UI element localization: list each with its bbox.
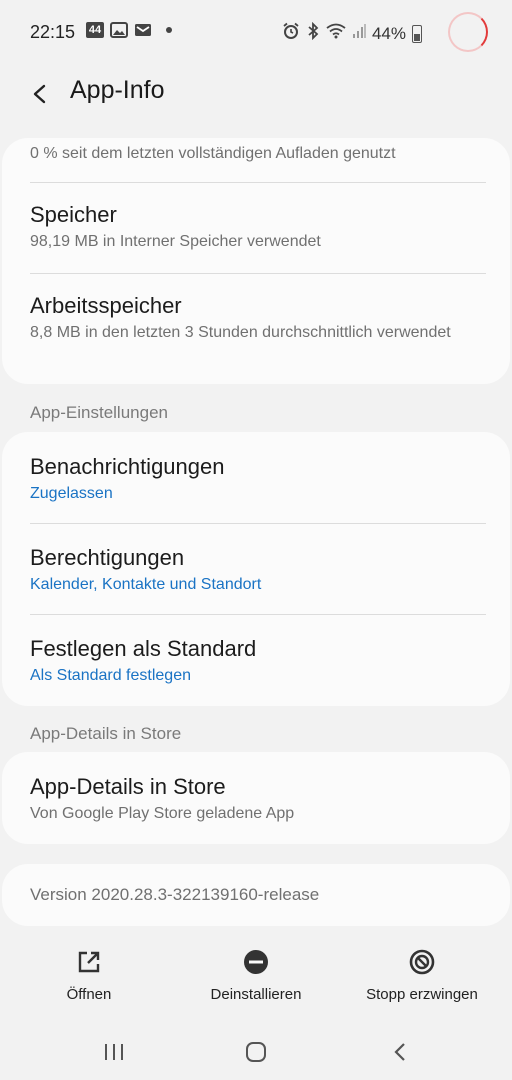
permissions-title: Berechtigungen [30, 545, 185, 570]
navigation-bar [0, 1024, 512, 1080]
force-stop-button[interactable]: Stopp erzwingen [356, 948, 488, 1003]
recent-apps-button[interactable] [100, 1038, 128, 1066]
store-details-subtitle: Von Google Play Store geladene App [30, 805, 295, 822]
notification-badge-icon: 44 [86, 22, 104, 38]
divider [30, 182, 486, 183]
battery-usage-text: 0 % seit dem letzten vollständigen Aufla… [30, 145, 396, 162]
home-button[interactable] [242, 1038, 270, 1066]
memory-item[interactable]: Arbeitsspeicher 8,8 MB in den letzten 3 … [30, 293, 486, 343]
alarm-icon [282, 22, 300, 45]
page-title: App-Info [70, 76, 165, 104]
usage-card: 0 % seit dem letzten vollständigen Aufla… [2, 138, 510, 384]
permissions-item[interactable]: Berechtigungen Kalender, Kontakte und St… [30, 545, 486, 595]
divider [30, 273, 486, 274]
memory-subtitle: 8,8 MB in den letzten 3 Stunden durchsch… [30, 324, 451, 341]
battery-icon [412, 24, 422, 43]
battery-percentage: 44% [371, 23, 406, 43]
back-nav-icon [394, 1043, 405, 1061]
force-stop-icon [409, 949, 435, 975]
notifications-status: Zugelassen [30, 485, 113, 502]
uninstall-minus-icon [244, 950, 268, 974]
uninstall-button[interactable]: Deinstallieren [196, 948, 316, 1003]
battery-usage-item[interactable]: 0 % seit dem letzten vollständigen Aufla… [30, 144, 486, 164]
loading-indicator-icon [448, 12, 488, 52]
set-default-item[interactable]: Festlegen als Standard Als Standard fest… [30, 636, 486, 686]
storage-subtitle: 98,19 MB in Interner Speicher verwendet [30, 233, 321, 250]
store-details-title: App-Details in Store [30, 774, 226, 799]
store-card: App-Details in Store Von Google Play Sto… [2, 752, 510, 844]
divider [30, 523, 486, 524]
permissions-status: Kalender, Kontakte und Standort [30, 576, 262, 593]
section-header-app-settings: App-Einstellungen [30, 403, 168, 422]
recent-apps-icon [105, 1044, 123, 1060]
wifi-icon [326, 23, 346, 44]
open-external-icon [78, 951, 100, 973]
gmail-icon [134, 22, 152, 38]
version-item: Version 2020.28.3-322139160-release [30, 885, 486, 905]
image-icon [110, 22, 128, 38]
notifications-item[interactable]: Benachrichtigungen Zugelassen [30, 454, 486, 504]
version-card: Version 2020.28.3-322139160-release [2, 864, 510, 926]
signal-icon [352, 23, 366, 44]
force-stop-label: Stopp erzwingen [366, 986, 478, 1003]
open-label: Öffnen [66, 986, 112, 1003]
status-time: 22:15 [30, 22, 76, 42]
back-arrow-icon [33, 84, 46, 104]
storage-title: Speicher [30, 202, 117, 227]
divider [30, 614, 486, 615]
app-settings-card: Benachrichtigungen Zugelassen Berechtigu… [2, 432, 510, 706]
section-header-store: App-Details in Store [30, 724, 182, 743]
store-details-item[interactable]: App-Details in Store Von Google Play Sto… [30, 774, 486, 824]
storage-item[interactable]: Speicher 98,19 MB in Interner Speicher v… [30, 202, 486, 252]
back-button[interactable] [24, 78, 56, 110]
app-bar: App-Info [0, 64, 512, 124]
back-nav-button[interactable] [386, 1038, 414, 1066]
bluetooth-icon [306, 21, 320, 45]
home-icon [246, 1042, 266, 1062]
set-default-title: Festlegen als Standard [30, 636, 257, 661]
notifications-title: Benachrichtigungen [30, 454, 225, 479]
memory-title: Arbeitsspeicher [30, 293, 182, 318]
version-text: Version 2020.28.3-322139160-release [30, 885, 320, 904]
status-bar: 22:15 44 44% [0, 0, 512, 64]
set-default-status: Als Standard festlegen [30, 667, 191, 684]
uninstall-label: Deinstallieren [210, 986, 302, 1003]
open-button[interactable]: Öffnen [44, 948, 134, 1003]
bottom-action-bar: Öffnen Deinstallieren Stopp erzwingen [0, 948, 512, 1018]
more-notifications-dot-icon [166, 27, 172, 33]
